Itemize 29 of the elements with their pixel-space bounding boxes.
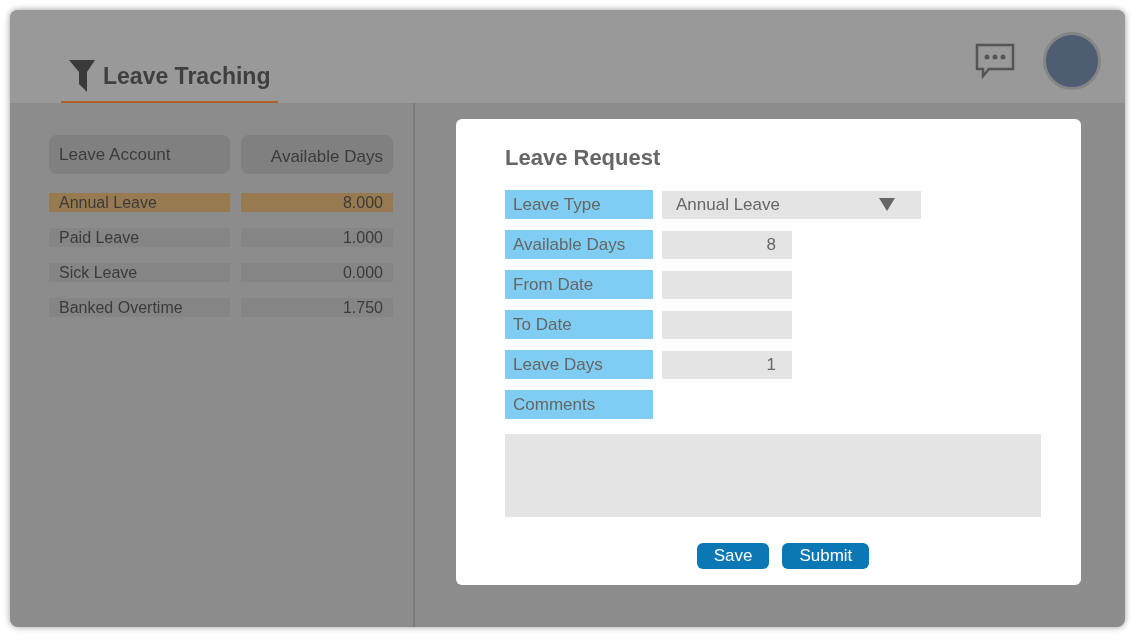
account-name-cell[interactable]: Paid Leave [49,228,230,247]
available-days-cell: 0.000 [241,263,393,282]
field-label: Leave Type [505,190,653,219]
dialog-title: Leave Request [505,144,662,172]
date-field[interactable] [662,310,792,339]
submit-button[interactable]: Submit [782,543,870,569]
save-button[interactable]: Save [696,543,770,569]
field-label: Leave Days [505,350,653,379]
comments-textarea[interactable] [505,434,1041,517]
field-label: Comments [505,390,653,419]
available-days-cell: 1.000 [241,228,393,247]
column-header: Available Days [241,135,393,174]
available-days-cell: 8.000 [241,193,393,212]
leave-type-dropdown[interactable]: Annual Leave [662,190,921,219]
account-name-cell[interactable]: Annual Leave [49,193,230,212]
dropdown-caret-icon [879,198,895,211]
leave-tracking-tab[interactable]: Leave Traching [61,58,279,103]
field-label: Available Days [505,230,653,259]
chat-icon[interactable] [975,42,1015,79]
field-label: To Date [505,310,653,339]
column-header: Leave Account [49,135,230,174]
date-field[interactable] [662,270,792,299]
available-days-cell: 1.750 [241,298,393,317]
account-name-cell[interactable]: Sick Leave [49,263,230,282]
number-field[interactable]: 1 [662,350,792,379]
number-field[interactable]: 8 [662,230,792,259]
account-name-cell[interactable]: Banked Overtime [49,298,230,317]
funnel-icon [69,59,95,92]
field-label: From Date [505,270,653,299]
